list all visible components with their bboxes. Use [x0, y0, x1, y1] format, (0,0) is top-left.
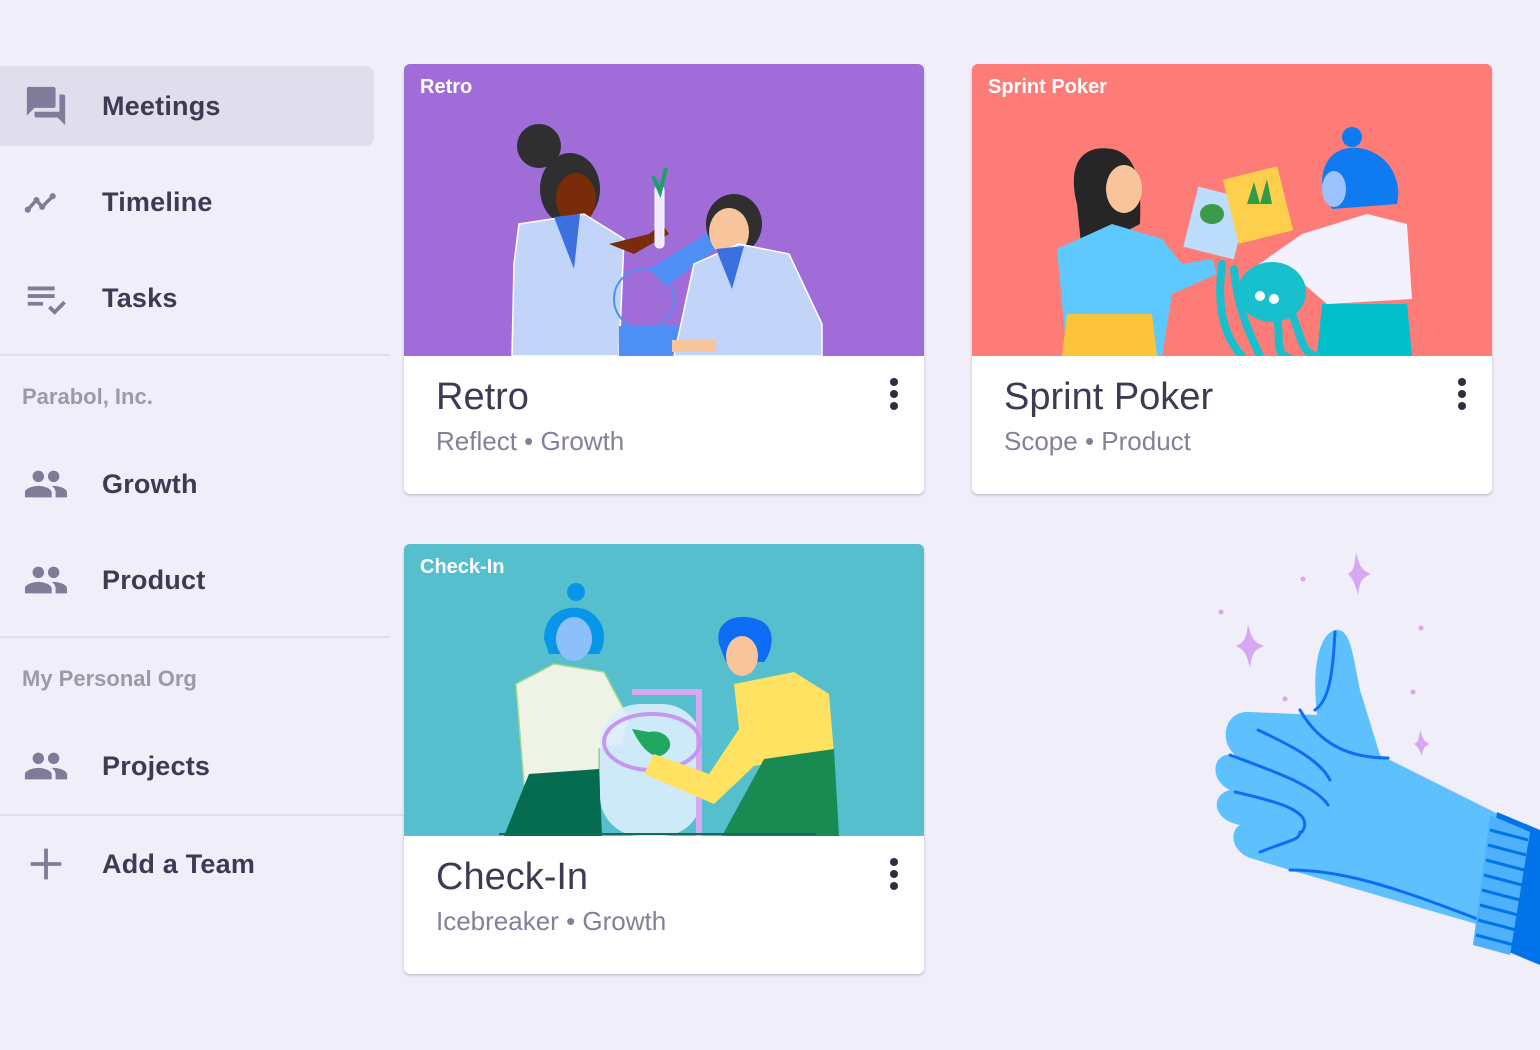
card-title: Sprint Poker — [1004, 376, 1214, 418]
sidebar-item-timeline[interactable]: Timeline — [0, 162, 374, 242]
more-options-button[interactable] — [882, 376, 906, 412]
sparkle-icon — [1348, 552, 1371, 595]
dot — [890, 390, 898, 398]
group-icon — [22, 556, 70, 604]
sidebar-item-label: Tasks — [102, 282, 178, 313]
plus-icon — [22, 840, 70, 888]
dot — [890, 870, 898, 878]
card-banner: Check-In — [404, 544, 924, 836]
sidebar-item-tasks[interactable]: Tasks — [0, 258, 374, 338]
timeline-icon — [22, 178, 70, 226]
sidebar-item-label: Product — [102, 564, 206, 595]
divider — [0, 354, 390, 356]
dot — [1458, 390, 1466, 398]
org-label: My Personal Org — [22, 666, 197, 691]
org-label: Parabol, Inc. — [22, 384, 153, 409]
meeting-card-check-in[interactable]: Check-In Check-In Icebreaker • Growth — [404, 544, 924, 974]
playlist-check-icon — [22, 274, 70, 322]
meeting-card-sprint-poker[interactable]: Sprint Poker Sprint Poker Scope • Produc… — [972, 64, 1492, 494]
banner-label: Check-In — [420, 556, 505, 578]
add-team-button[interactable]: Add a Team — [0, 824, 374, 904]
dot — [890, 882, 898, 890]
dot — [1458, 402, 1466, 410]
more-options-button[interactable] — [882, 856, 906, 892]
group-icon — [22, 460, 70, 508]
sidebar-item-label: Meetings — [102, 90, 221, 121]
sprint-poker-illustration — [1057, 127, 1412, 356]
sidebar-item-team-projects[interactable]: Projects — [0, 726, 374, 806]
card-title: Retro — [436, 376, 529, 418]
card-banner: Retro — [404, 64, 924, 356]
more-vert-icon — [890, 858, 898, 866]
dot — [890, 402, 898, 410]
add-team-label: Add a Team — [102, 848, 256, 879]
divider — [0, 814, 404, 816]
card-subtitle: Icebreaker • Growth — [436, 906, 667, 936]
sidebar-item-label: Projects — [102, 750, 211, 781]
sidebar: Meetings Timeline Tasks Parabol, Inc. Gr… — [0, 0, 404, 1050]
sidebar-item-team-growth[interactable]: Growth — [0, 444, 374, 524]
sidebar-item-meetings[interactable]: Meetings — [0, 66, 374, 146]
sidebar-item-label: Growth — [102, 468, 198, 499]
banner-label: Retro — [420, 76, 473, 98]
more-vert-icon — [890, 378, 898, 386]
more-options-button[interactable] — [1450, 376, 1474, 412]
card-banner: Sprint Poker — [972, 64, 1492, 356]
thumbs-up-illustration — [1215, 552, 1540, 965]
sidebar-item-label: Timeline — [102, 186, 213, 217]
banner-label: Sprint Poker — [988, 76, 1107, 98]
card-subtitle: Reflect • Growth — [436, 426, 625, 456]
sparkle-icon — [1414, 730, 1430, 756]
divider — [0, 636, 390, 638]
meeting-card-retro[interactable]: Retro Retro Reflect • Growth — [404, 64, 924, 494]
forum-icon — [22, 82, 70, 130]
card-subtitle: Scope • Product — [1004, 426, 1191, 456]
scientists-illustration — [511, 124, 823, 356]
more-vert-icon — [1458, 378, 1466, 386]
sparkle-icon — [1236, 624, 1264, 668]
sidebar-item-team-product[interactable]: Product — [0, 540, 374, 620]
group-icon — [22, 742, 70, 790]
card-title: Check-In — [436, 856, 589, 898]
check-in-illustration — [499, 583, 839, 836]
